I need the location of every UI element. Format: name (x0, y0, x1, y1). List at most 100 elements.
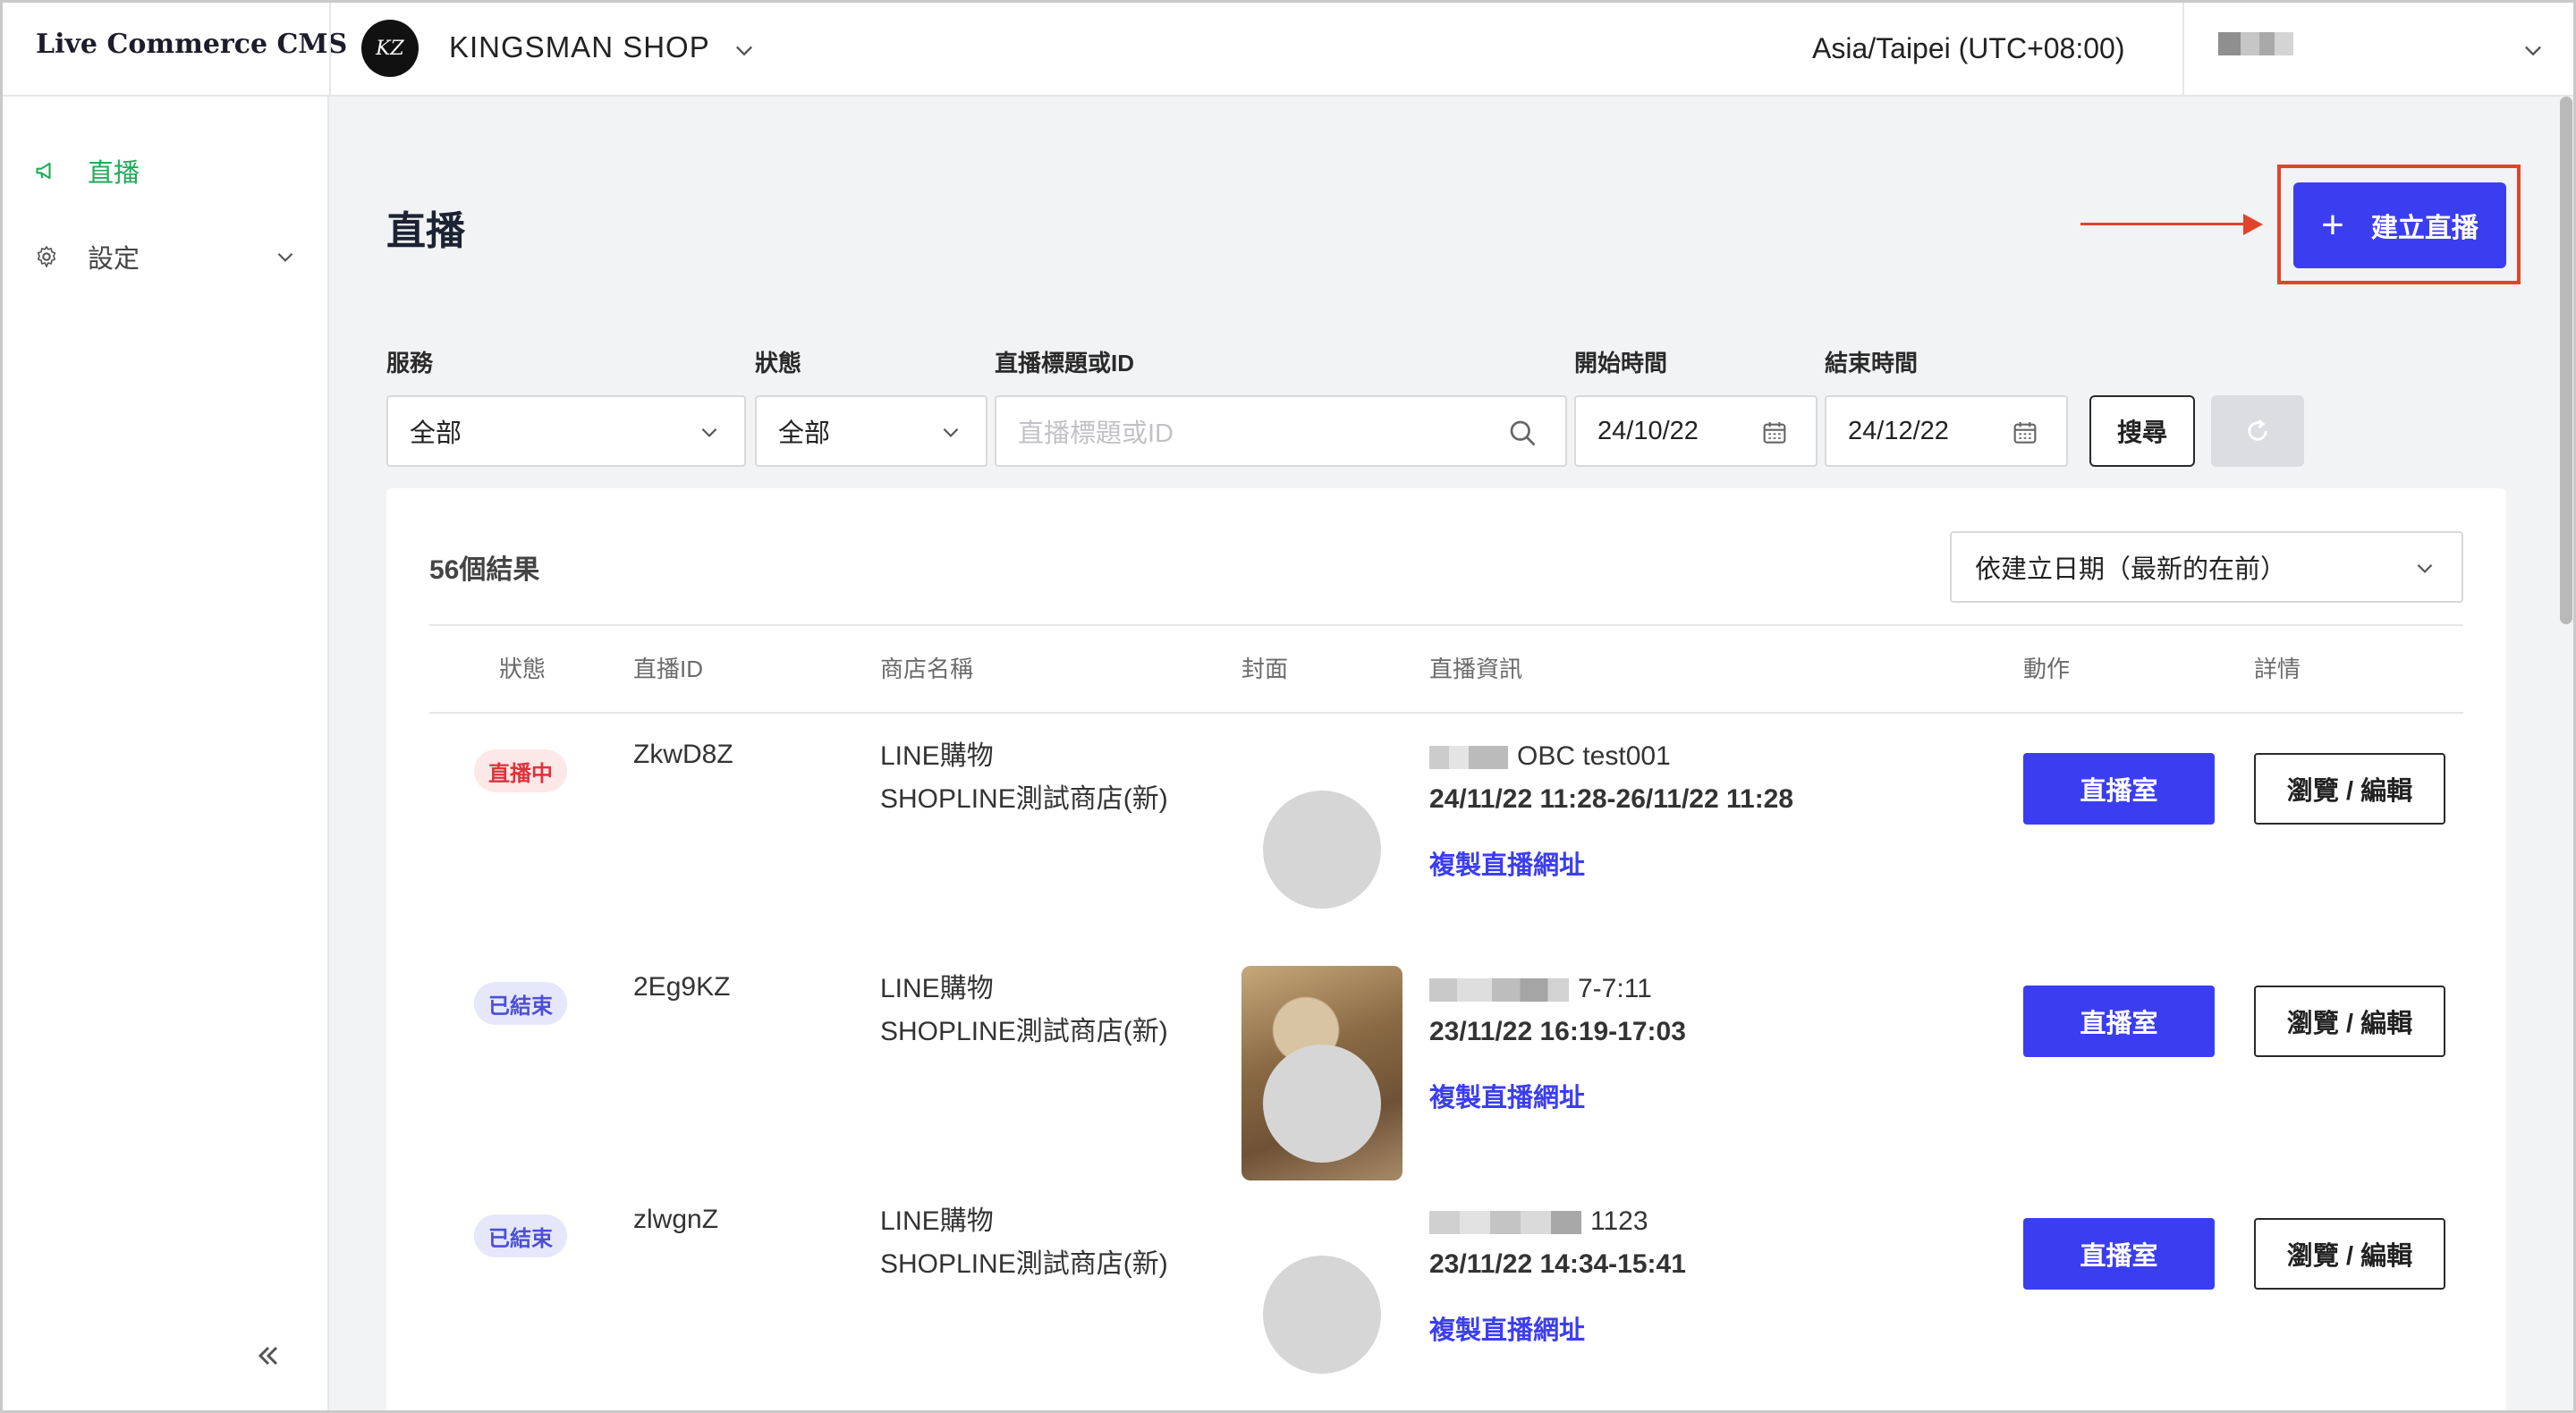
sidebar-item-live[interactable]: 直播 (34, 152, 140, 190)
service-select-value: 全部 (410, 419, 462, 448)
copy-live-url-link[interactable]: 複製直播網址 (1429, 844, 1585, 882)
column-header-info: 直播資訊 (1429, 656, 1523, 682)
cover-image (1241, 966, 1402, 1180)
view-edit-button[interactable]: 瀏覽 / 編輯 (2254, 753, 2445, 825)
column-header-shop: 商店名稱 (880, 656, 974, 682)
live-room-button[interactable]: 直播室 (2023, 753, 2215, 825)
brand-logo[interactable]: Live Commerce CMS (36, 29, 347, 60)
refresh-icon (2248, 419, 2267, 441)
shop-name-line1: LINE購物 (880, 741, 994, 771)
sort-select-value: 依建立日期（最新的在前） (1975, 555, 2287, 584)
start-date-value: 24/10/22 (1597, 416, 1699, 445)
page-scrollbar[interactable] (2560, 97, 2572, 624)
refresh-button[interactable] (2211, 395, 2304, 467)
divider (429, 624, 2463, 626)
annotation-arrow (2080, 223, 2250, 225)
live-title: 1123 (1429, 1200, 1648, 1243)
live-id: 2Eg9KZ (633, 972, 731, 1002)
live-time: 23/11/22 14:34-15:41 (1429, 1249, 1686, 1279)
sidebar-item-label: 設定 (88, 245, 140, 274)
service-filter-label: 服務 (386, 350, 434, 377)
status-filter-label: 狀態 (755, 350, 802, 377)
live-room-button[interactable]: 直播室 (2023, 986, 2215, 1057)
chevron-down-icon (2417, 563, 2433, 573)
chevron-down-icon[interactable] (2521, 38, 2546, 63)
column-header-details: 詳情 (2254, 656, 2301, 682)
view-edit-button[interactable]: 瀏覽 / 編輯 (2254, 1218, 2445, 1290)
shop-name-line2: SHOPLINE測試商店(新) (880, 784, 1168, 814)
copy-live-url-link[interactable]: 複製直播網址 (1429, 1077, 1585, 1114)
end-date-value: 24/12/22 (1848, 416, 1949, 445)
keyword-search-input[interactable]: 直播標題或ID (995, 395, 1567, 467)
column-header-id: 直播ID (633, 656, 704, 682)
cover-image (1241, 1234, 1402, 1395)
chevron-down-icon (701, 427, 717, 437)
live-room-button[interactable]: 直播室 (2023, 1218, 2215, 1290)
annotation-arrow-head (2243, 214, 2263, 235)
view-edit-button[interactable]: 瀏覽 / 編輯 (2254, 986, 2445, 1057)
result-count: 56個結果 (429, 555, 540, 585)
live-title-text: OBC test001 (1517, 741, 1671, 771)
divider (329, 0, 331, 97)
shop-name-line2: SHOPLINE測試商店(新) (880, 1249, 1168, 1279)
table-row: 已結束 2Eg9KZ LINE購物 SHOPLINE測試商店(新) 7-7:11… (386, 966, 2506, 1198)
start-time-label: 開始時間 (1574, 350, 1668, 377)
sidebar: 直播 設定 (0, 97, 329, 1413)
redacted-text (1429, 1211, 1581, 1235)
live-time: 24/11/22 11:28-26/11/22 11:28 (1429, 784, 1794, 814)
start-date-input[interactable]: 24/10/22 (1574, 395, 1818, 467)
top-bar: Live Commerce CMS KZ KINGSMAN SHOP Asia/… (0, 0, 2576, 97)
create-live-button[interactable]: + 建立直播 (2293, 182, 2506, 268)
timezone-label: Asia/Taipei (UTC+08:00) (1812, 32, 2125, 64)
live-title: 7-7:11 (1429, 968, 1652, 1011)
calendar-icon[interactable] (2011, 419, 2039, 447)
table-row: 直播中 ZkwD8Z LINE購物 SHOPLINE測試商店(新) OBC te… (386, 733, 2506, 966)
end-date-input[interactable]: 24/12/22 (1825, 395, 2068, 467)
shop-name-line2: SHOPLINE測試商店(新) (880, 1017, 1168, 1046)
cover-placeholder (1263, 1256, 1381, 1374)
copy-live-url-link[interactable]: 複製直播網址 (1429, 1309, 1585, 1347)
sidebar-item-settings[interactable]: 設定 (34, 238, 293, 275)
chevron-down-icon (277, 252, 293, 262)
shop-avatar[interactable]: KZ (361, 20, 419, 77)
user-name-redacted[interactable] (2218, 32, 2293, 55)
live-id: ZkwD8Z (633, 740, 733, 769)
shop-name-line1: LINE購物 (880, 974, 994, 1003)
shop-name-line1: LINE購物 (880, 1206, 994, 1236)
chevron-down-icon[interactable] (732, 38, 757, 63)
results-card: 56個結果 依建立日期（最新的在前） 狀態 直播ID 商店名稱 封面 直播資訊 … (386, 488, 2506, 1413)
column-header-action: 動作 (2023, 656, 2071, 682)
redacted-text (1429, 978, 1569, 1003)
divider (2182, 0, 2184, 97)
collapse-sidebar-icon[interactable] (252, 1340, 284, 1372)
calendar-icon[interactable] (1760, 419, 1789, 447)
cover-blur (1263, 1045, 1381, 1163)
status-badge: 已結束 (474, 982, 567, 1025)
shop-selector[interactable]: KINGSMAN SHOP (449, 30, 710, 64)
status-select-value: 全部 (778, 419, 831, 448)
cover-image (1241, 769, 1402, 930)
status-badge: 已結束 (474, 1214, 567, 1257)
live-time: 23/11/22 16:19-17:03 (1429, 1017, 1686, 1046)
service-select[interactable]: 全部 (386, 395, 746, 467)
gear-icon (37, 246, 56, 267)
plus-icon: + (2321, 203, 2344, 247)
cover-placeholder (1263, 791, 1381, 909)
live-id: zlwgnZ (633, 1205, 719, 1234)
column-header-cover: 封面 (1241, 656, 1289, 682)
page-title: 直播 (386, 209, 465, 253)
divider (429, 712, 2463, 714)
search-button[interactable]: 搜尋 (2089, 395, 2195, 467)
keyword-placeholder: 直播標題或ID (1018, 419, 1174, 448)
status-badge: 直播中 (474, 749, 567, 792)
keyword-filter-label: 直播標題或ID (995, 350, 1135, 377)
status-select[interactable]: 全部 (755, 395, 987, 467)
megaphone-icon (36, 162, 51, 180)
live-title-text: 1123 (1590, 1206, 1648, 1236)
search-icon[interactable] (1506, 417, 1538, 449)
sort-select[interactable]: 依建立日期（最新的在前） (1950, 531, 2463, 603)
end-time-label: 結束時間 (1825, 350, 1919, 377)
sidebar-item-label: 直播 (88, 159, 140, 188)
live-title-text: 7-7:11 (1578, 974, 1652, 1003)
column-header-status: 狀態 (499, 656, 547, 682)
